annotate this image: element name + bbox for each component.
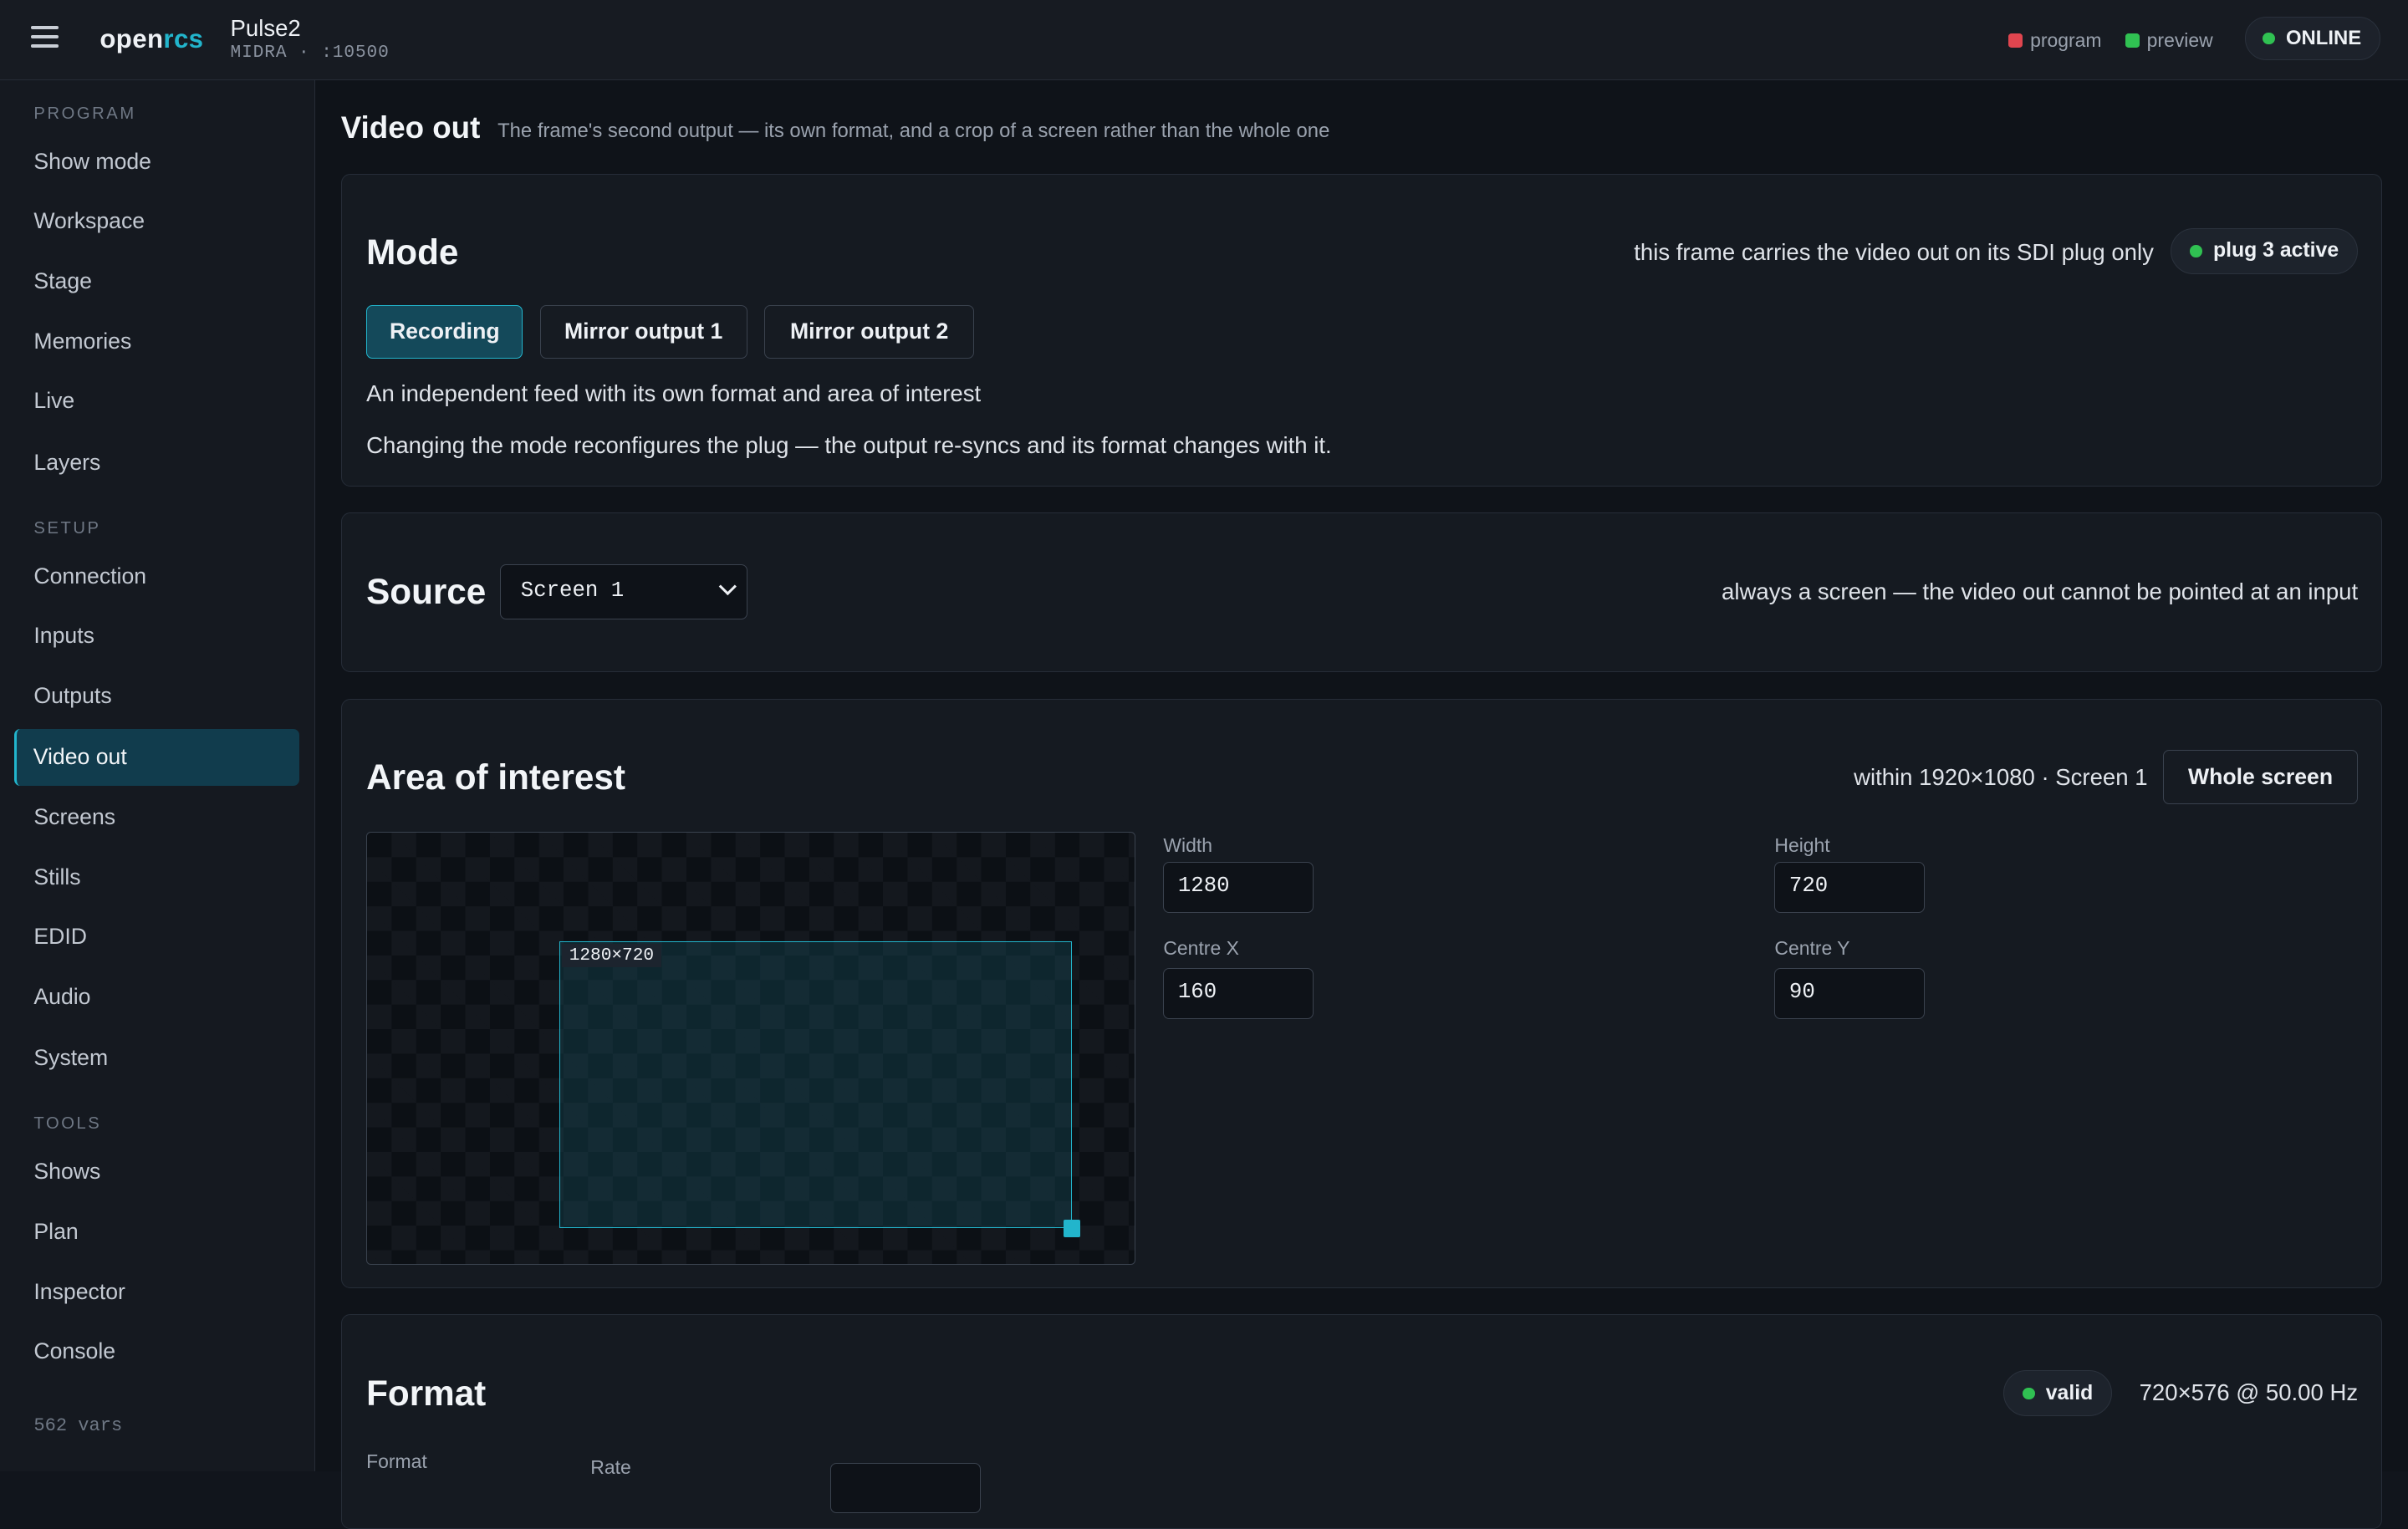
- source-note: always a screen — the video out cannot b…: [1722, 578, 2359, 604]
- sidebar-item-layers[interactable]: Layers: [14, 435, 300, 492]
- device-subtitle: MIDRA · :10500: [230, 43, 390, 64]
- format-valid-badge: valid: [2003, 1370, 2113, 1417]
- valid-dot-icon: [2023, 1387, 2035, 1400]
- sidebar-item-edid[interactable]: EDID: [14, 909, 300, 966]
- resize-handle[interactable]: [1063, 1220, 1081, 1237]
- rate-label: Rate: [590, 1456, 631, 1479]
- width-input[interactable]: 1280: [1163, 862, 1314, 913]
- crop-size-label: 1280×720: [561, 943, 662, 967]
- sidebar-item-console[interactable]: Console: [14, 1323, 300, 1380]
- height-label: Height: [1774, 834, 1830, 857]
- centre-y-label: Centre Y: [1774, 937, 1850, 960]
- sidebar-item-inputs[interactable]: Inputs: [14, 608, 300, 665]
- sidebar-item-inspector[interactable]: Inspector: [14, 1264, 300, 1321]
- mode-title: Mode: [366, 232, 459, 273]
- sidebar-item-plan[interactable]: Plan: [14, 1204, 300, 1261]
- mode-description: An independent feed with its own format …: [366, 380, 982, 406]
- aoi-title: Area of interest: [366, 757, 625, 798]
- sidebar-section-tools: TOOLS: [33, 1114, 102, 1134]
- centre-x-label: Centre X: [1163, 937, 1239, 960]
- format-card: Format valid 720×576 @ 50.00 Hz Format R…: [340, 1314, 2382, 1529]
- main-content: Video out The frame's second output — it…: [314, 79, 2408, 1529]
- menu-icon[interactable]: [30, 26, 59, 50]
- sidebar-item-show-mode[interactable]: Show mode: [14, 134, 300, 191]
- format-field[interactable]: [829, 1462, 981, 1514]
- plug-dot-icon: [2190, 245, 2203, 257]
- sidebar-item-shows[interactable]: Shows: [14, 1144, 300, 1200]
- source-card: Source Screen 1 always a screen — the vi…: [340, 512, 2382, 673]
- aoi-preview[interactable]: 1280×720: [366, 831, 1136, 1265]
- sidebar-item-connection[interactable]: Connection: [14, 548, 300, 605]
- height-input[interactable]: 720: [1774, 862, 1926, 913]
- sidebar-item-memories[interactable]: Memories: [14, 313, 300, 370]
- mode-recording-button[interactable]: Recording: [366, 304, 523, 359]
- plug-status-badge: plug 3 active: [2171, 227, 2359, 274]
- sidebar-item-stills[interactable]: Stills: [14, 849, 300, 906]
- crop-region[interactable]: 1280×720: [559, 941, 1081, 1237]
- logo: openrcs: [99, 24, 204, 54]
- sidebar-section-program: PROGRAM: [33, 104, 136, 123]
- sidebar-item-workspace[interactable]: Workspace: [14, 193, 300, 250]
- mode-card: Mode this frame carries the video out on…: [340, 173, 2382, 487]
- sidebar-item-audio[interactable]: Audio: [14, 969, 300, 1026]
- mode-note: this frame carries the video out on its …: [1634, 238, 2154, 265]
- legend-preview: preview: [2125, 29, 2213, 52]
- width-label: Width: [1163, 834, 1212, 857]
- preview-swatch-icon: [2125, 33, 2140, 48]
- sidebar-item-screens[interactable]: Screens: [14, 789, 300, 846]
- source-select[interactable]: Screen 1: [499, 564, 747, 620]
- sidebar-item-video-out[interactable]: Video out: [13, 729, 300, 787]
- format-title: Format: [366, 1373, 487, 1413]
- format-label: Format: [366, 1450, 427, 1472]
- format-summary: 720×576 @ 50.00 Hz: [2139, 1379, 2359, 1406]
- sidebar: PROGRAM Show mode Workspace Stage Memori…: [0, 79, 315, 1471]
- mode-warning: Changing the mode reconfigures the plug …: [366, 432, 1332, 459]
- source-title: Source: [366, 572, 487, 612]
- sidebar-item-system[interactable]: System: [14, 1030, 300, 1087]
- centre-y-input[interactable]: 90: [1774, 968, 1926, 1019]
- legend-program: program: [2008, 29, 2102, 52]
- sidebar-item-stage[interactable]: Stage: [14, 253, 300, 310]
- page-description: The frame's second output — its own form…: [497, 120, 1330, 143]
- top-bar: openrcs Pulse2 MIDRA · :10500 program pr…: [0, 0, 2408, 80]
- centre-x-input[interactable]: 160: [1163, 968, 1314, 1019]
- mode-mirror-1-button[interactable]: Mirror output 1: [539, 304, 747, 359]
- vars-count: 562 vars: [33, 1415, 123, 1437]
- sidebar-item-live[interactable]: Live: [14, 373, 300, 430]
- aoi-card: Area of interest within 1920×1080 · Scre…: [340, 698, 2382, 1288]
- status-dot-icon: [2263, 32, 2276, 45]
- page-title: Video out: [340, 110, 481, 145]
- chevron-down-icon: [719, 578, 737, 596]
- program-swatch-icon: [2008, 33, 2023, 48]
- mode-mirror-2-button[interactable]: Mirror output 2: [763, 304, 975, 359]
- aoi-note: within 1920×1080 · Screen 1: [1854, 763, 2148, 790]
- whole-screen-button[interactable]: Whole screen: [2162, 750, 2359, 804]
- sidebar-section-setup: SETUP: [33, 518, 101, 538]
- sidebar-item-outputs[interactable]: Outputs: [14, 668, 300, 725]
- status-badge: ONLINE: [2245, 17, 2380, 60]
- device-title: Pulse2: [230, 15, 301, 42]
